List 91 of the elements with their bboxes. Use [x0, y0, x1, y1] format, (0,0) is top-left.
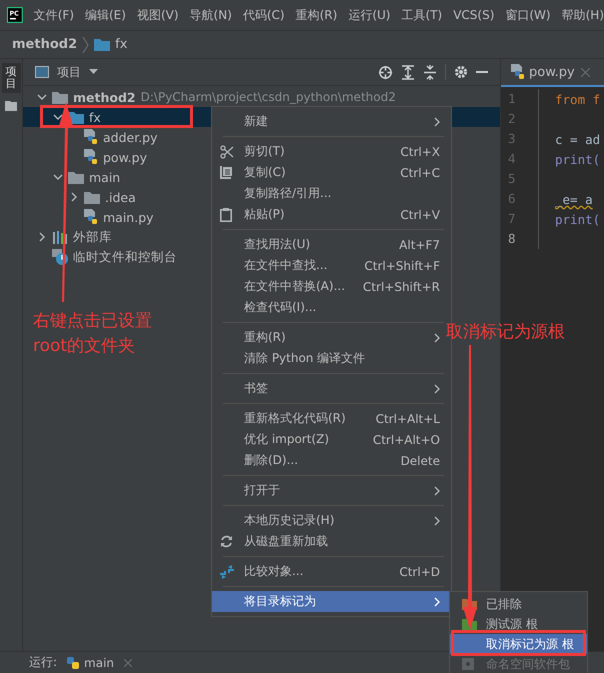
line-number: 5	[501, 169, 539, 189]
menu-item[interactable]: 比较对象... Ctrl+D	[212, 561, 451, 582]
tree-item[interactable]: fx	[89, 110, 101, 124]
dropdown-caret-icon[interactable]	[89, 69, 98, 75]
breadcrumb-separator-icon	[82, 36, 90, 54]
window-icon	[35, 66, 49, 78]
run-tab[interactable]: main	[65, 656, 116, 670]
menu-item[interactable]: 重新格式化代码(R) Ctrl+Alt+L	[212, 408, 451, 429]
menu-item[interactable]: 运行(U)	[348, 6, 390, 24]
menu-item[interactable]: 帮助(H)	[562, 6, 604, 24]
scissors-icon	[220, 144, 234, 158]
annotation-text: 右键点击已设置root的文件夹	[33, 310, 153, 358]
menu-item[interactable]: 视图(V)	[136, 6, 179, 24]
menu-item[interactable]: 书签	[212, 378, 451, 399]
menu-item[interactable]: 工具(T)	[401, 6, 442, 24]
menu-item[interactable]: VCS(S)	[453, 8, 494, 22]
line-number: 6	[501, 189, 539, 209]
menu-item[interactable]: 删除(D)... Delete	[212, 450, 451, 471]
menu-item[interactable]: 复制(C) Ctrl+C	[212, 162, 451, 183]
line-number: 4	[501, 149, 539, 169]
menu-item[interactable]: 查找用法(U) Alt+F7	[212, 234, 451, 255]
line-number: 2	[501, 109, 539, 129]
menu-item[interactable]: 粘贴(P) Ctrl+V	[212, 204, 451, 225]
folder-icon[interactable]	[5, 101, 17, 112]
folder-icon	[84, 190, 100, 204]
annotation-text: 取消标记为源根	[446, 321, 565, 344]
menu-item[interactable]: 剪切(T) Ctrl+X	[212, 141, 451, 162]
menu-item[interactable]: 取消标记为源 根	[450, 634, 587, 654]
folder-icon	[94, 38, 110, 51]
settings-icon[interactable]	[454, 65, 468, 79]
folder-icon	[68, 170, 84, 184]
line-number: 1	[501, 89, 539, 109]
chevron-right-icon[interactable]	[69, 192, 79, 202]
menu-item[interactable]: 将目录标记为	[212, 591, 451, 612]
menu-item[interactable]: 代码(C)	[242, 6, 285, 24]
breadcrumb-item[interactable]: fx	[115, 37, 128, 52]
menu-item[interactable]: 在文件中查找... Ctrl+Shift+F	[212, 255, 451, 276]
python-icon	[67, 656, 80, 668]
code-line: print(	[555, 152, 600, 166]
tree-item[interactable]: main	[89, 170, 120, 184]
python-file-icon	[84, 149, 98, 165]
tree-item[interactable]: method2	[73, 90, 136, 104]
menu-item[interactable]: 文件(F)	[34, 6, 74, 24]
chevron-down-icon[interactable]	[53, 172, 63, 182]
tree-item[interactable]: main.py	[103, 210, 154, 224]
tree-item[interactable]: .idea	[105, 190, 136, 204]
project-tool-tab[interactable]: 项目	[2, 63, 20, 94]
line-number: 3	[501, 129, 539, 149]
line-number: 7	[501, 209, 539, 229]
menu-item[interactable]: 本地历史记录(H)	[212, 510, 451, 531]
code-line: print(	[555, 212, 600, 226]
reload-icon	[220, 535, 233, 548]
project-path: D:\PyCharm\project\csdn_python\method2	[140, 90, 396, 104]
compare-arrows-icon	[220, 564, 234, 578]
python-file-icon	[84, 129, 98, 145]
code-line: c = ad	[555, 132, 600, 146]
tree-item[interactable]: adder.py	[103, 130, 158, 144]
menu-item[interactable]: 新建	[212, 111, 451, 132]
library-icon	[52, 230, 68, 244]
collapse-all-icon[interactable]	[423, 64, 437, 80]
python-file-icon	[511, 64, 525, 80]
folder-icon	[52, 90, 68, 104]
locate-target-icon[interactable]	[378, 64, 393, 80]
breadcrumb-item[interactable]: method2	[12, 37, 78, 52]
clipboard-icon	[220, 208, 232, 222]
panel-title[interactable]: 项目	[57, 64, 81, 80]
menu-item[interactable]: 编辑(E)	[85, 6, 126, 24]
menu-item[interactable]: 从磁盘重新加载	[212, 531, 451, 552]
tree-item[interactable]: 临时文件和控制台	[73, 248, 177, 266]
expand-all-icon[interactable]	[401, 64, 415, 80]
python-file-icon	[84, 209, 98, 225]
run-label: 运行:	[29, 654, 58, 671]
menu-item[interactable]: 导航(N)	[190, 6, 232, 24]
package-icon	[462, 658, 474, 670]
line-number: 8	[501, 229, 539, 249]
chevron-down-icon[interactable]	[53, 112, 63, 122]
menu-item[interactable]: 优化 import(Z) Ctrl+Alt+O	[212, 429, 451, 450]
menu-item[interactable]: 打开于	[212, 480, 451, 501]
code-line: from f	[555, 92, 600, 106]
menu-item[interactable]: 重构(R)	[296, 6, 338, 24]
copy-icon	[220, 166, 233, 179]
chevron-down-icon[interactable]	[37, 92, 47, 102]
menu-item[interactable]: 窗口(W)	[505, 6, 551, 24]
menu-item[interactable]: 在文件中替换(A)... Ctrl+Shift+R	[212, 276, 451, 297]
tree-item[interactable]: pow.py	[103, 150, 147, 164]
chevron-right-icon[interactable]	[37, 232, 47, 242]
menu-item[interactable]: 复制路径/引用...	[212, 183, 451, 204]
code-line: _e= a	[555, 192, 593, 206]
tree-item[interactable]: 外部库	[73, 228, 112, 246]
menu-item[interactable]: 清除 Python 编译文件	[212, 348, 451, 369]
menu-item[interactable]: 检查代码(I)...	[212, 297, 451, 318]
